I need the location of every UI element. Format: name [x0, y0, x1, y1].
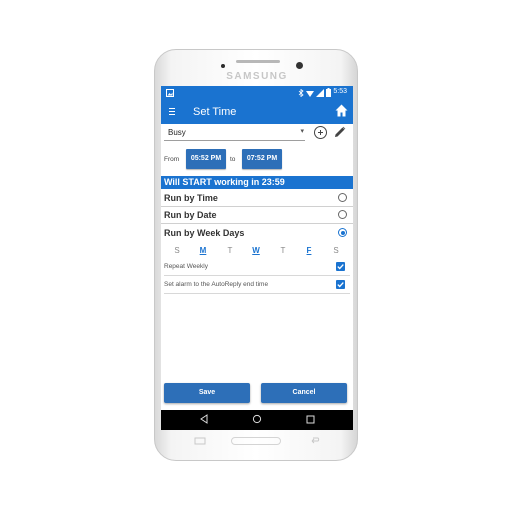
- profile-selected: Busy: [168, 128, 186, 137]
- add-profile-icon[interactable]: [314, 126, 327, 139]
- signal-icon: [316, 89, 324, 97]
- radio-run-by-time[interactable]: [338, 193, 347, 202]
- bluetooth-icon: [298, 89, 304, 97]
- day-monday[interactable]: M: [197, 246, 209, 255]
- radio-run-by-date[interactable]: [338, 210, 347, 219]
- cancel-button[interactable]: Cancel: [261, 383, 347, 403]
- recents-icon[interactable]: [306, 414, 315, 424]
- status-bar: 5:53: [161, 86, 353, 100]
- checkmark-icon: [337, 264, 344, 270]
- day-sunday[interactable]: S: [171, 246, 183, 255]
- divider: [164, 293, 350, 294]
- week-day-selector: S M T W T F S: [161, 246, 353, 258]
- checkmark-icon: [337, 282, 344, 288]
- option-run-by-time[interactable]: Run by Time: [161, 190, 353, 207]
- system-nav-bar: [161, 410, 353, 430]
- to-time-button[interactable]: 07:52 PM: [242, 149, 282, 169]
- battery-icon: [326, 88, 331, 97]
- menu-icon[interactable]: [169, 108, 175, 115]
- front-camera-icon: [296, 62, 303, 69]
- page-title: Set Time: [193, 106, 237, 118]
- radio-run-by-week-days[interactable]: [338, 228, 347, 237]
- hardware-recents-icon: [194, 437, 206, 445]
- edit-pencil-icon[interactable]: [334, 126, 346, 138]
- repeat-weekly-label: Repeat Weekly: [164, 263, 208, 270]
- image-notification-icon: [166, 89, 174, 97]
- app-screen: 5:53 Set Time Busy ▾ From 05:52 PM to 07…: [161, 86, 353, 430]
- device-brand: SAMSUNG: [226, 71, 288, 82]
- hardware-home-button[interactable]: [231, 437, 281, 445]
- divider: [164, 275, 350, 276]
- option-label: Run by Date: [164, 210, 217, 220]
- to-label: to: [230, 156, 236, 163]
- option-label: Run by Week Days: [164, 228, 245, 238]
- set-alarm-checkbox[interactable]: [336, 280, 345, 289]
- app-bar: Set Time: [161, 100, 353, 124]
- day-friday[interactable]: F: [303, 246, 315, 255]
- home-circle-icon[interactable]: [252, 414, 262, 424]
- front-sensor: [221, 64, 225, 68]
- save-button[interactable]: Save: [164, 383, 250, 403]
- wifi-icon: [306, 91, 314, 97]
- day-thursday[interactable]: T: [277, 246, 289, 255]
- day-tuesday[interactable]: T: [224, 246, 236, 255]
- hardware-back-icon: [311, 437, 320, 444]
- repeat-weekly-checkbox[interactable]: [336, 262, 345, 271]
- speaker-grille: [236, 60, 280, 63]
- day-saturday[interactable]: S: [330, 246, 342, 255]
- option-run-by-week-days[interactable]: Run by Week Days: [161, 225, 353, 242]
- home-icon[interactable]: [335, 104, 348, 117]
- back-icon[interactable]: [200, 414, 208, 424]
- status-time: 5:53: [333, 88, 347, 95]
- profile-dropdown[interactable]: Busy ▾: [164, 127, 305, 141]
- status-banner: Will START working in 23:59: [161, 176, 353, 189]
- from-time-button[interactable]: 05:52 PM: [186, 149, 226, 169]
- option-run-by-date[interactable]: Run by Date: [161, 207, 353, 224]
- day-wednesday[interactable]: W: [250, 246, 262, 255]
- from-label: From: [164, 156, 180, 163]
- option-label: Run by Time: [164, 193, 218, 203]
- set-alarm-label: Set alarm to the AutoReply end time: [164, 281, 269, 288]
- dropdown-arrow-icon: ▾: [300, 128, 304, 135]
